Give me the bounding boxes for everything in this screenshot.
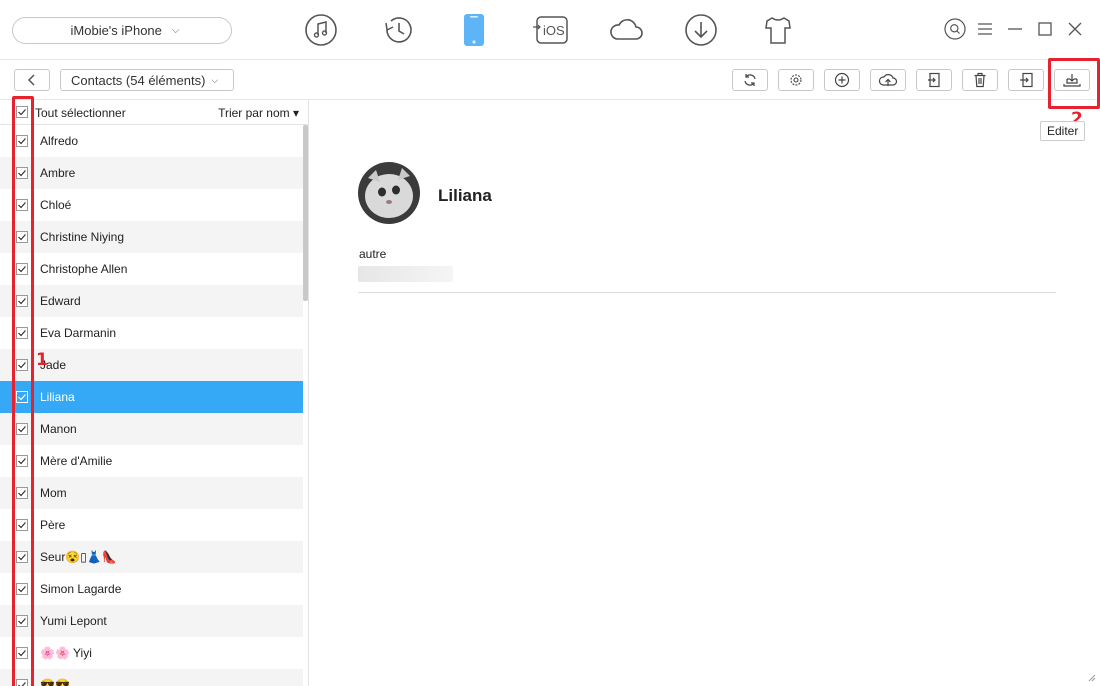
- contact-row[interactable]: Alfredo: [0, 125, 303, 157]
- contact-row[interactable]: Christophe Allen: [0, 253, 303, 285]
- contact-name-label: Seur😵▯👗👠: [40, 550, 117, 564]
- field-value-blurred: [358, 266, 453, 282]
- cloud-icon[interactable]: [606, 12, 646, 48]
- contact-name-label: Père: [40, 518, 66, 532]
- add-icon: [834, 72, 850, 88]
- ios-transfer-icon[interactable]: iOS: [531, 12, 571, 48]
- import-icon: [1020, 72, 1033, 88]
- contact-row[interactable]: Chloé: [0, 189, 303, 221]
- chevron-left-icon: [27, 74, 35, 86]
- menu-icon[interactable]: [974, 18, 996, 40]
- scrollbar[interactable]: [303, 125, 308, 301]
- contact-row[interactable]: Christine Niying: [0, 221, 303, 253]
- list-header: Tout sélectionner Trier par nom ▾: [0, 100, 308, 125]
- tshirt-icon[interactable]: [760, 12, 796, 48]
- contact-name-label: Christine Niying: [40, 230, 125, 244]
- export-button[interactable]: [916, 69, 952, 91]
- contact-list-pane: Tout sélectionner Trier par nom ▾ Alfred…: [0, 100, 309, 686]
- contact-name-label: Chloé: [40, 198, 72, 212]
- contact-name-label: Mère d'Amilie: [40, 454, 113, 468]
- contact-row[interactable]: Edward: [0, 285, 303, 317]
- close-icon[interactable]: [1064, 18, 1086, 40]
- contact-name-label: Ambre: [40, 166, 76, 180]
- add-button[interactable]: [824, 69, 860, 91]
- contact-rows: Alfredo Ambre Chloé Christine Niying Christo…: [0, 125, 303, 686]
- download-icon[interactable]: [683, 12, 719, 48]
- category-dropdown[interactable]: Contacts (54 éléments) ⌵: [60, 69, 234, 91]
- contact-name-label: Edward: [40, 294, 81, 308]
- contact-row[interactable]: Simon Lagarde: [0, 573, 303, 605]
- select-all-label[interactable]: Tout sélectionner: [35, 106, 126, 120]
- contact-row[interactable]: Mom: [0, 477, 303, 509]
- window-controls: [944, 18, 1086, 40]
- contact-row[interactable]: Ambre: [0, 157, 303, 189]
- chevron-down-icon: ⌵: [171, 25, 180, 36]
- contact-name-label: 🌸🌸 Yiyi: [40, 646, 92, 660]
- delete-icon: [974, 72, 986, 88]
- sort-dropdown[interactable]: Trier par nom ▾: [218, 106, 299, 120]
- contact-name-label: Christophe Allen: [40, 262, 128, 276]
- device-name: iMobie's iPhone: [70, 23, 162, 38]
- contact-row[interactable]: Mère d'Amilie: [0, 445, 303, 477]
- settings-icon: [790, 74, 802, 86]
- contact-row[interactable]: 🌸🌸 Yiyi: [0, 637, 303, 669]
- contact-name-label: Simon Lagarde: [40, 582, 122, 596]
- avatar: [358, 162, 420, 224]
- chevron-down-icon: ⌵: [211, 74, 219, 85]
- content-toolbar: Contacts (54 éléments) ⌵: [0, 60, 1100, 100]
- contact-name-label: Eva Darmanin: [40, 326, 117, 340]
- contact-name-label: Liliana: [40, 390, 75, 404]
- top-bar: iMobie's iPhone ⌵ iOS: [0, 0, 1100, 60]
- contact-row[interactable]: Manon: [0, 413, 303, 445]
- divider: [358, 292, 1056, 293]
- phone-icon[interactable]: [456, 12, 492, 48]
- upload-cloud-button[interactable]: [870, 69, 906, 91]
- contact-row[interactable]: Liliana: [0, 381, 303, 413]
- import-button[interactable]: [1008, 69, 1044, 91]
- search-icon[interactable]: [944, 18, 966, 40]
- field-label: autre: [359, 247, 387, 261]
- contact-name-label: Mom: [40, 486, 67, 500]
- contact-name: Liliana: [438, 186, 492, 205]
- contact-row[interactable]: Seur😵▯👗👠: [0, 541, 303, 573]
- contact-row[interactable]: Yumi Lepont: [0, 605, 303, 637]
- back-button[interactable]: [14, 69, 50, 91]
- music-icon[interactable]: [303, 12, 339, 48]
- contact-name-label: Yumi Lepont: [40, 614, 107, 628]
- contact-name-label: Alfredo: [40, 134, 79, 148]
- contact-row[interactable]: 😎😎: [0, 669, 303, 686]
- contact-name-label: 😎😎: [40, 678, 70, 686]
- highlight-box-checkboxes: [12, 96, 34, 686]
- step-number-1: 1: [36, 350, 48, 370]
- contact-row[interactable]: Eva Darmanin: [0, 317, 303, 349]
- refresh-icon: [744, 74, 756, 86]
- maximize-icon[interactable]: [1034, 18, 1056, 40]
- delete-button[interactable]: [962, 69, 998, 91]
- history-icon[interactable]: [380, 12, 416, 48]
- settings-button[interactable]: [778, 69, 814, 91]
- contact-name-label: Manon: [40, 422, 77, 436]
- ios-label: iOS: [543, 23, 565, 38]
- device-selector[interactable]: iMobie's iPhone ⌵: [12, 17, 232, 44]
- refresh-button[interactable]: [732, 69, 768, 91]
- upload-cloud-icon: [878, 74, 898, 86]
- contact-row[interactable]: Père: [0, 509, 303, 541]
- category-label: Contacts (54 éléments): [71, 72, 206, 88]
- resize-grip-icon[interactable]: [1086, 672, 1096, 682]
- contact-detail-pane: Liliana autre: [310, 100, 1100, 686]
- minimize-icon[interactable]: [1004, 18, 1026, 40]
- export-icon: [928, 72, 940, 88]
